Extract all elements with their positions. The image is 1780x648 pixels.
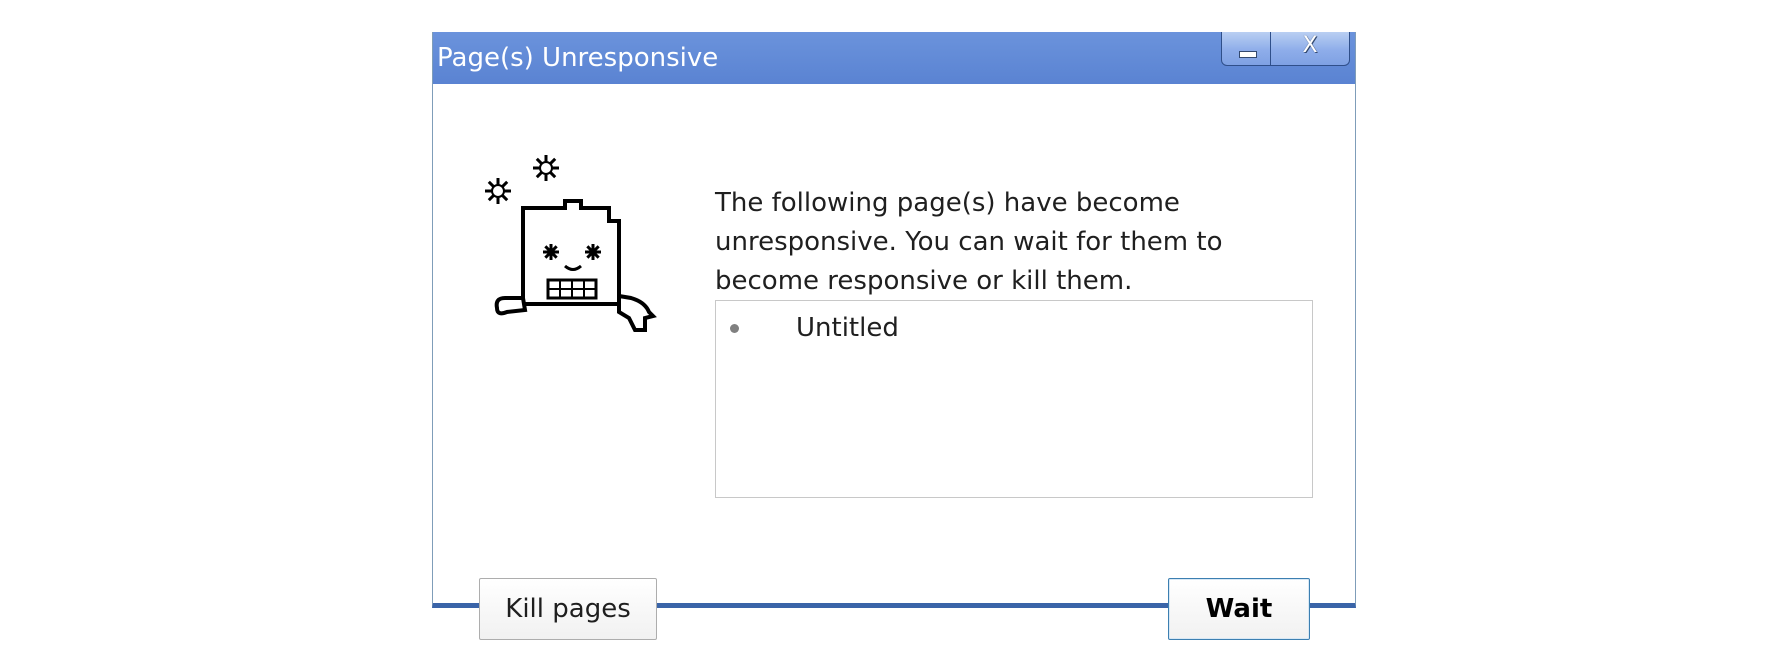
- close-button[interactable]: X: [1270, 32, 1350, 66]
- wait-button[interactable]: Wait: [1168, 578, 1310, 640]
- list-item[interactable]: Untitled: [716, 313, 1312, 345]
- unresponsive-pages-list[interactable]: Untitled: [715, 300, 1313, 498]
- bullet-icon: [730, 324, 739, 333]
- close-icon: X: [1302, 33, 1318, 58]
- minimize-icon: [1239, 51, 1257, 58]
- title-bar[interactable]: Page(s) Unresponsive X: [433, 32, 1355, 84]
- kill-pages-button[interactable]: Kill pages: [479, 578, 657, 640]
- page-title: Untitled: [796, 313, 899, 343]
- frozen-tab-face-icon: [485, 155, 657, 332]
- window-title: Page(s) Unresponsive: [437, 43, 719, 73]
- unresponsive-message: The following page(s) have become unresp…: [715, 184, 1275, 301]
- dialog-content: The following page(s) have become unresp…: [433, 84, 1355, 640]
- snowflake-icon: [533, 155, 559, 181]
- message-text: The following page(s) have become unresp…: [715, 188, 1223, 296]
- snowflake-icon: [485, 178, 511, 204]
- minimize-button[interactable]: [1221, 32, 1271, 66]
